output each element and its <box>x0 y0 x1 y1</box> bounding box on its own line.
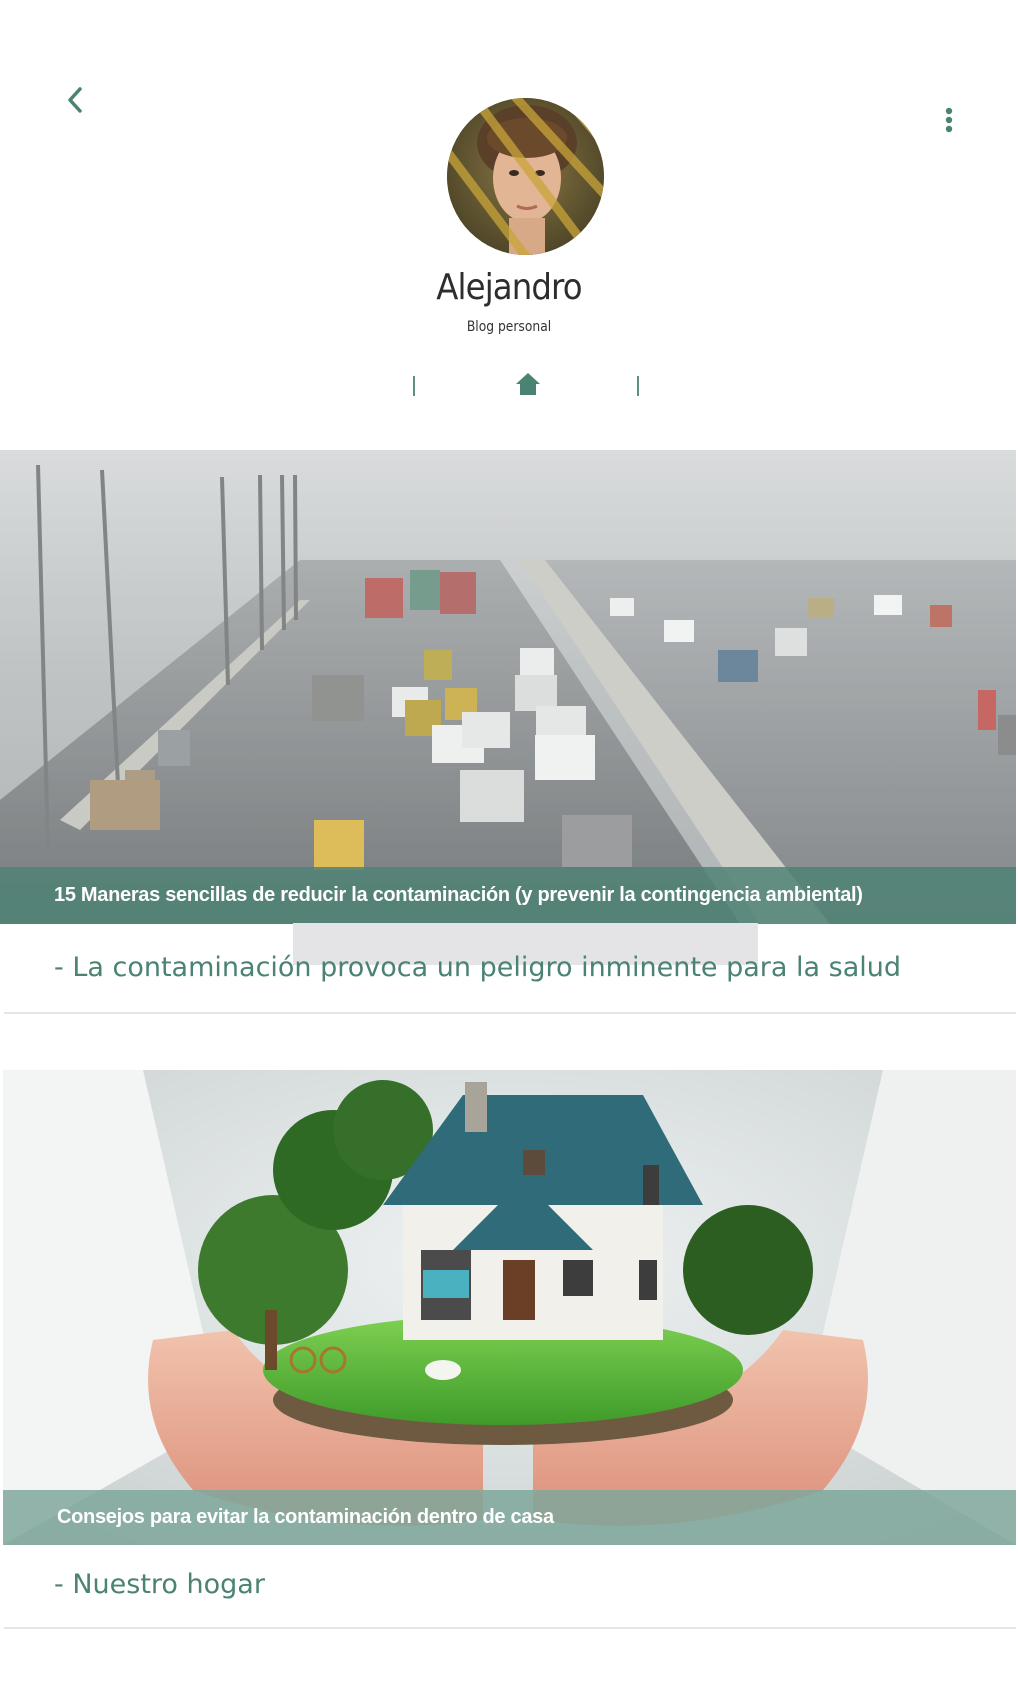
post-2-divider <box>4 1627 1016 1629</box>
post-2-caption-bar: Consejos para evitar la contaminación de… <box>3 1490 1016 1545</box>
post-2-title[interactable]: Consejos para evitar la contaminación de… <box>57 1506 554 1529</box>
post-1-card[interactable]: 15 Maneras sencillas de reducir la conta… <box>0 450 1016 924</box>
avatar[interactable] <box>447 98 604 255</box>
nav-separator-right <box>637 376 639 396</box>
post-1-subtitle[interactable]: - La contaminación provoca un peligro in… <box>54 952 901 983</box>
nav-separator-left <box>413 376 415 396</box>
home-icon <box>516 373 540 395</box>
more-vertical-icon <box>945 107 953 133</box>
post-1-image <box>0 450 1016 924</box>
chevron-left-icon <box>68 87 82 113</box>
post-2-subtitle[interactable]: - Nuestro hogar <box>54 1569 265 1600</box>
post-2-card[interactable]: Consejos para evitar la contaminación de… <box>3 1070 1016 1545</box>
post-1-divider <box>4 1012 1016 1014</box>
home-tab[interactable] <box>513 369 543 399</box>
back-button[interactable] <box>60 80 90 120</box>
post-1-title[interactable]: 15 Maneras sencillas de reducir la conta… <box>54 884 863 907</box>
post-1-caption-bar: 15 Maneras sencillas de reducir la conta… <box>0 867 1016 924</box>
profile-subtitle: Blog personal <box>466 319 552 335</box>
more-options-button[interactable] <box>935 100 963 140</box>
post-2-image <box>3 1070 1016 1545</box>
avatar-photo <box>447 98 604 255</box>
profile-name: Alejandro <box>436 267 582 308</box>
